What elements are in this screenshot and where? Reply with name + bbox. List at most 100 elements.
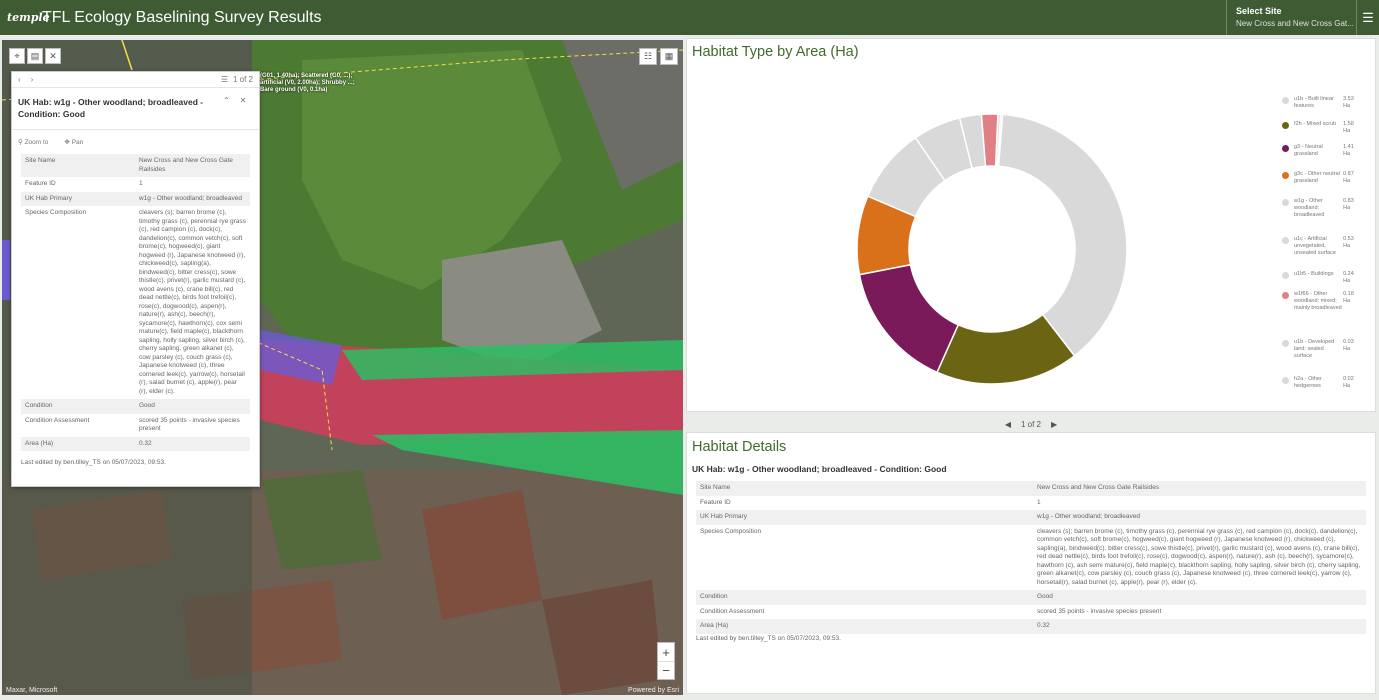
details-attribute-table: Site Name New Cross and New Cross Gate Ra…	[696, 481, 1366, 634]
legend-swatch	[1282, 272, 1289, 279]
legend-label: g3c - Other neutral grassland	[1294, 171, 1340, 184]
legend-value: 3.53 Ha	[1343, 96, 1354, 109]
field-name: Species Composition	[25, 209, 87, 216]
legend-icon[interactable]: ☷	[639, 48, 657, 65]
legend-swatch	[1282, 199, 1289, 206]
popup-pager-text: 1 of 2	[232, 75, 253, 84]
select-site-value: New Cross and New Cross Gat...	[1236, 19, 1354, 28]
close-icon[interactable]: ✕	[240, 96, 247, 129]
zoom-in-button[interactable]: +	[658, 643, 674, 661]
details-last-edited: Last edited by ben.tilley_TS on 05/07/20…	[696, 635, 841, 642]
legend-item[interactable]: h2a - Other hedgerows 0.02 Ha	[1282, 376, 1362, 390]
table-row: Species Composition cleavers (s); barren …	[696, 525, 1366, 591]
esri-attribution: Powered by Esri	[628, 687, 679, 694]
donut-slice[interactable]	[997, 113, 1128, 357]
field-name: Area (Ha)	[700, 622, 729, 629]
legend-item[interactable]: w1f66 - Other woodland; mixed; mainly br…	[1282, 291, 1362, 312]
field-value: w1g - Other woodland; broadleaved	[139, 194, 242, 202]
map-toolbar: ⌖ ▤ ✕	[9, 48, 61, 64]
legend-item[interactable]: f2h - Mixed scrub 1.58 Ha	[1282, 121, 1362, 135]
legend-item[interactable]: u1b5 - Buildings 0.24 Ha	[1282, 271, 1362, 285]
popup-title: UK Hab: w1g - Other woodland; broadleave…	[18, 97, 204, 119]
table-row: Condition Good	[696, 590, 1366, 605]
map-tools-right: ☷ ▦	[639, 48, 678, 65]
legend-swatch	[1282, 145, 1289, 152]
magnify-icon: ⚲	[18, 139, 25, 146]
legend-item[interactable]: g3c - Other neutral grassland 0.87 Ha	[1282, 171, 1362, 185]
legend-swatch	[1282, 340, 1289, 347]
legend-label: u1b - Developed land; sealed surface	[1294, 339, 1335, 359]
field-value: cleavers (s); barren brome (c), timothy …	[139, 209, 246, 395]
select-site-dropdown[interactable]: Select Site New Cross and New Cross Gat.…	[1226, 0, 1356, 35]
chart-title: Habitat Type by Area (Ha)	[692, 44, 859, 60]
pan-action[interactable]: ✥ Pan	[64, 138, 83, 146]
legend-swatch	[1282, 172, 1289, 179]
field-name: Area (Ha)	[25, 439, 54, 447]
legend-item[interactable]: u1c - Artificial unvegetated, unsealed s…	[1282, 236, 1362, 257]
table-row: Species Composition cleavers (s); barren …	[21, 206, 250, 399]
collapse-icon[interactable]: ⌃	[223, 96, 230, 129]
legend-label: u1c - Artificial unvegetated, unsealed s…	[1294, 236, 1336, 256]
field-name: UK Hab Primary	[25, 194, 72, 202]
table-row: Feature ID 1	[21, 177, 250, 192]
page-indicator: 1 of 2	[1020, 419, 1041, 429]
dock-popup-icon[interactable]: ▤	[27, 48, 43, 64]
donut-chart	[856, 113, 1128, 385]
legend-value: 0.03 Ha	[1343, 339, 1354, 352]
legend-swatch	[1282, 292, 1289, 299]
field-name: UK Hab Primary	[700, 513, 747, 520]
legend-label: f2h - Mixed scrub	[1294, 121, 1337, 127]
popup-header: UK Hab: w1g - Other woodland; broadleave…	[12, 88, 259, 130]
habitat-chart-panel: Habitat Type by Area (Ha) u1b - Built li…	[686, 38, 1376, 412]
field-value: 0.32	[1037, 622, 1050, 629]
chevron-left-icon[interactable]: ‹	[18, 75, 21, 84]
map-feature-label: (G01, 1.40ha); Scattered (G0, ...); arti…	[260, 73, 355, 93]
feature-list-icon[interactable]: ☰	[221, 75, 228, 84]
legend-item[interactable]: g3 - Neutral grassland 1.41 Ha	[1282, 144, 1362, 158]
popup-actions: ⚲ Zoom to ✥ Pan	[12, 130, 259, 154]
basemap-gallery-icon[interactable]: ▦	[660, 48, 678, 65]
prev-page-button[interactable]: ◀	[1005, 420, 1011, 429]
chevron-right-icon[interactable]: ›	[31, 75, 34, 84]
legend-item[interactable]: w1g - Other woodland; broadleaved 0.83 Ha	[1282, 198, 1362, 219]
hamburger-icon[interactable]: ☰	[1356, 0, 1379, 35]
pan-icon: ✥	[64, 139, 72, 146]
next-page-button[interactable]: ▶	[1051, 420, 1057, 429]
legend-value: 0.83 Ha	[1343, 198, 1354, 211]
field-value: 0.32	[139, 439, 152, 447]
donut-slice[interactable]	[858, 263, 960, 374]
table-row: Area (Ha) 0.32	[21, 436, 250, 451]
zoom-out-button[interactable]: −	[658, 661, 674, 679]
temple-logo: temple	[7, 11, 50, 24]
zoom-to-action[interactable]: ⚲ Zoom to	[18, 138, 48, 146]
field-value: New Cross and New Cross Gate Railsides	[139, 157, 233, 173]
legend-label: w1f66 - Other woodland; mixed; mainly br…	[1294, 291, 1342, 311]
pan-label: Pan	[71, 139, 84, 146]
field-value: 1	[1037, 498, 1041, 506]
field-value: w1g - Other woodland; broadleaved	[1037, 513, 1140, 520]
legend-item[interactable]: u1b - Developed land; sealed surface 0.03…	[1282, 339, 1362, 360]
field-name: Site Name	[25, 157, 56, 164]
table-row: Condition Good	[21, 399, 250, 414]
legend-value: 0.53 Ha	[1343, 236, 1354, 249]
legend-value: 0.18 Ha	[1343, 291, 1354, 304]
legend-value: 0.24 Ha	[1343, 271, 1354, 284]
details-pager: ◀ 1 of 2 ▶	[686, 417, 1376, 431]
field-value: scored 35 points - invasive species pres…	[1037, 607, 1162, 615]
legend-item[interactable]: u1b - Built linear features 3.53 Ha	[1282, 96, 1362, 110]
field-value: Good	[1037, 593, 1053, 600]
field-value: Good	[139, 402, 155, 409]
field-name: Feature ID	[700, 498, 731, 506]
map-attribution: Maxar, Microsoft	[6, 687, 58, 694]
legend-label: h2a - Other hedgerows	[1294, 376, 1322, 389]
field-name: Species Composition	[700, 527, 762, 535]
popup-nav: ‹ › ☰ 1 of 2	[12, 72, 259, 88]
field-name: Condition	[25, 402, 53, 409]
select-tool-icon[interactable]: ⌖	[9, 48, 25, 64]
app-header: temple TFL Ecology Baselining Survey Res…	[0, 0, 1379, 35]
close-icon[interactable]: ✕	[45, 48, 61, 64]
field-value: scored 35 points - invasive species pres…	[139, 416, 240, 433]
legend-value: 1.41 Ha	[1343, 144, 1354, 157]
popup-attribute-table: Site Name New Cross and New Cross Gate Ra…	[21, 154, 250, 451]
table-row: Condition Assessment scored 35 points - i…	[696, 605, 1366, 620]
